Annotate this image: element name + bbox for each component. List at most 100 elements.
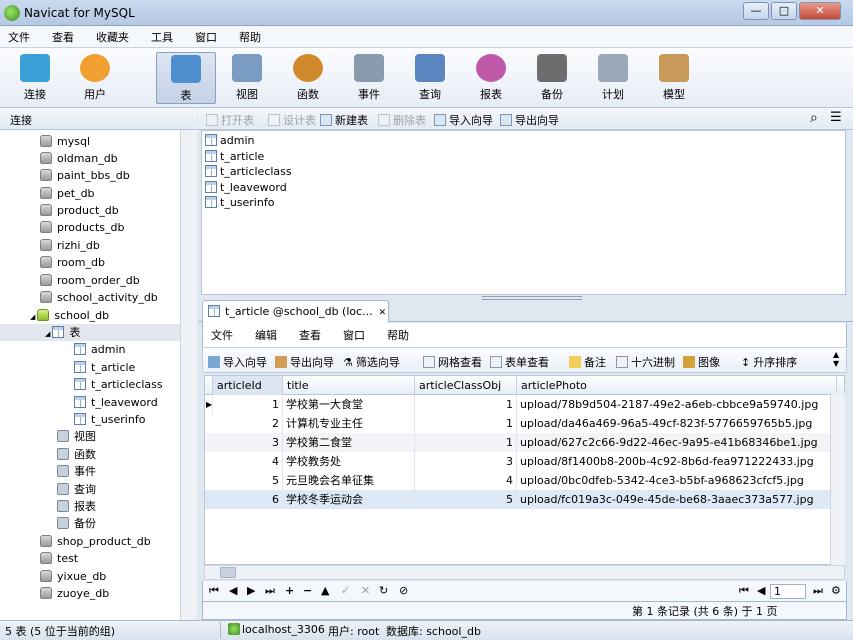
tree-item-t-leaveword[interactable]: t_leaveword <box>74 394 158 411</box>
list-view-icon[interactable]: ☰ <box>830 110 842 125</box>
cell-articleclassobj[interactable]: 3 <box>415 452 517 471</box>
menu-view[interactable]: 查看 <box>52 29 74 45</box>
inner-menu-help[interactable]: 帮助 <box>387 327 409 343</box>
cell-articleid[interactable]: 6 <box>213 490 283 509</box>
tree-item-school-activity-db[interactable]: school_activity_db <box>40 289 158 306</box>
cell-articleclassobj[interactable]: 1 <box>415 414 517 433</box>
toolbar-connection-button[interactable]: 连接 <box>5 52 65 104</box>
memo-button[interactable]: 备注 <box>569 354 606 370</box>
toolbar-overflow-icon[interactable]: ▲ ▼ <box>833 350 839 368</box>
hex-button[interactable]: 十六进制 <box>616 354 675 370</box>
grid-view-button[interactable]: 网格查看 <box>423 354 482 370</box>
minimize-button[interactable]: — <box>743 2 769 20</box>
table-row[interactable]: 4 学校教务处 3 upload/8f1400b8-200b-4c92-8b6d… <box>205 452 844 471</box>
image-button[interactable]: 图像 <box>683 354 720 370</box>
table-row[interactable]: 2 计算机专业主任 1 upload/da46a469-96a5-49cf-82… <box>205 414 844 433</box>
filter-wizard-button[interactable]: ⚗ 筛选向导 <box>343 354 400 370</box>
cell-articlephoto[interactable]: upload/fc019a3c-049e-45de-be68-3aaec373a… <box>517 490 837 509</box>
sort-ascending-button[interactable]: ↕ 升序排序 <box>741 354 797 370</box>
object-item-admin[interactable]: admin <box>205 133 254 148</box>
tab-t-article[interactable]: t_article @school_db (loc... ✕ <box>202 300 389 323</box>
inner-menu-view[interactable]: 查看 <box>299 327 321 343</box>
close-button[interactable]: ✕ <box>799 2 841 20</box>
grid-vertical-scrollbar[interactable] <box>830 393 845 565</box>
tree-item-t-article[interactable]: t_article <box>74 359 135 376</box>
tree-item-rizhi-db[interactable]: rizhi_db <box>40 237 100 254</box>
table-row[interactable]: 5 元旦晚会名单征集 4 upload/0bc0dfeb-5342-4ce3-b… <box>205 471 844 490</box>
first-page-button[interactable]: ⏮ <box>739 584 749 598</box>
cell-articlephoto[interactable]: upload/da46a469-96a5-49cf-823f-577665976… <box>517 414 837 433</box>
cell-articleid[interactable]: 4 <box>213 452 283 471</box>
cell-articlephoto[interactable]: upload/78b9d504-2187-49e2-a6eb-cbbce9a59… <box>517 395 837 414</box>
tree-item-functions[interactable]: 函数 <box>57 446 96 463</box>
cell-articleclassobj[interactable]: 5 <box>415 490 517 509</box>
cell-articleid[interactable]: 1 <box>213 395 283 414</box>
table-row[interactable]: 6 学校冬季运动会 5 upload/fc019a3c-049e-45de-be… <box>205 490 844 509</box>
maximize-button[interactable]: □ <box>771 2 797 20</box>
tree-item-zuoye-db[interactable]: zuoye_db <box>40 585 109 602</box>
page-number-input[interactable]: 1 <box>770 584 806 599</box>
cell-articleid[interactable]: 2 <box>213 414 283 433</box>
data-grid[interactable]: articleId title articleClassObj articleP… <box>204 375 845 565</box>
toolbar-model-button[interactable]: 模型 <box>644 52 704 104</box>
column-header-title[interactable]: title <box>283 376 415 395</box>
toolbar-view-button[interactable]: 视图 <box>217 52 277 104</box>
cell-articleclassobj[interactable]: 1 <box>415 433 517 452</box>
apply-changes-button[interactable]: ✓ <box>341 584 350 597</box>
next-record-button[interactable]: ▶ <box>247 584 255 597</box>
edit-record-button[interactable]: ▲ <box>321 584 329 597</box>
cell-articleid[interactable]: 3 <box>213 433 283 452</box>
import-wizard-button[interactable]: 导入向导 <box>434 112 493 128</box>
tree-item-mysql[interactable]: mysql <box>40 133 90 150</box>
menu-file[interactable]: 文件 <box>8 29 30 45</box>
search-icon[interactable]: ⌕ <box>810 110 818 126</box>
export-wizard-button[interactable]: 导出向导 <box>275 354 334 370</box>
object-item-t-leaveword[interactable]: t_leaveword <box>205 180 287 195</box>
tree-item-product-db[interactable]: product_db <box>40 202 119 219</box>
toolbar-event-button[interactable]: 事件 <box>339 52 399 104</box>
cell-articlephoto[interactable]: upload/0bc0dfeb-5342-4ce3-b5bf-a968623cf… <box>517 471 837 490</box>
tree-item-room-db[interactable]: room_db <box>40 254 105 271</box>
stop-button[interactable]: ⊘ <box>399 584 408 597</box>
expand-arrow-icon[interactable]: ◢ <box>30 313 35 321</box>
toolbar-backup-button[interactable]: 备份 <box>522 52 582 104</box>
menu-window[interactable]: 窗口 <box>195 29 217 45</box>
delete-table-button[interactable]: 删除表 <box>378 112 426 128</box>
open-table-button[interactable]: 打开表 <box>206 112 254 128</box>
tree-item-events[interactable]: 事件 <box>57 463 96 480</box>
toolbar-function-button[interactable]: 函数 <box>278 52 338 104</box>
column-header-articlephoto[interactable]: articlePhoto <box>517 376 837 395</box>
tree-item-admin[interactable]: admin <box>74 341 125 358</box>
last-page-button[interactable]: ⏭ <box>813 584 823 598</box>
toolbar-table-button[interactable]: 表 <box>156 52 216 104</box>
expand-arrow-icon[interactable]: ◢ <box>45 330 50 338</box>
object-item-t-articleclass[interactable]: t_articleclass <box>205 164 292 179</box>
tree-item-school-db[interactable]: ◢ school_db <box>30 307 109 324</box>
export-wizard-button[interactable]: 导出向导 <box>500 112 559 128</box>
toolbar-query-button[interactable]: 查询 <box>400 52 460 104</box>
cell-articleclassobj[interactable]: 1 <box>415 395 517 414</box>
cell-title[interactable]: 学校第一大食堂 <box>283 395 415 414</box>
tree-item-yixue-db[interactable]: yixue_db <box>40 568 106 585</box>
cell-articlephoto[interactable]: upload/627c2c66-9d22-46ec-9a95-e41b68346… <box>517 433 837 452</box>
cell-title[interactable]: 学校教务处 <box>283 452 415 471</box>
grid-horizontal-scrollbar[interactable] <box>204 565 845 580</box>
tree-item-queries[interactable]: 查询 <box>57 481 96 498</box>
tree-item-reports[interactable]: 报表 <box>57 498 96 515</box>
tree-item-products-db[interactable]: products_db <box>40 219 125 236</box>
new-table-button[interactable]: 新建表 <box>320 112 368 128</box>
cell-title[interactable]: 元旦晚会名单征集 <box>283 471 415 490</box>
import-wizard-button[interactable]: 导入向导 <box>208 354 267 370</box>
tab-close-icon[interactable]: ✕ <box>379 308 387 318</box>
design-table-button[interactable]: 设计表 <box>268 112 316 128</box>
column-header-articleclassobj[interactable]: articleClassObj <box>415 376 517 395</box>
object-item-t-article[interactable]: t_article <box>205 149 264 164</box>
tree-scrollbar[interactable] <box>180 130 197 620</box>
cell-articlephoto[interactable]: upload/8f1400b8-200b-4c92-8b6d-fea971222… <box>517 452 837 471</box>
toolbar-schedule-button[interactable]: 计划 <box>583 52 643 104</box>
tree-item-oldman-db[interactable]: oldman_db <box>40 150 118 167</box>
discard-changes-button[interactable]: ✕ <box>361 584 370 597</box>
menu-favorites[interactable]: 收藏夹 <box>96 29 129 45</box>
tree-item-room-order-db[interactable]: room_order_db <box>40 272 140 289</box>
connection-tree[interactable]: mysql oldman_db paint_bbs_db pet_db prod… <box>0 130 197 620</box>
